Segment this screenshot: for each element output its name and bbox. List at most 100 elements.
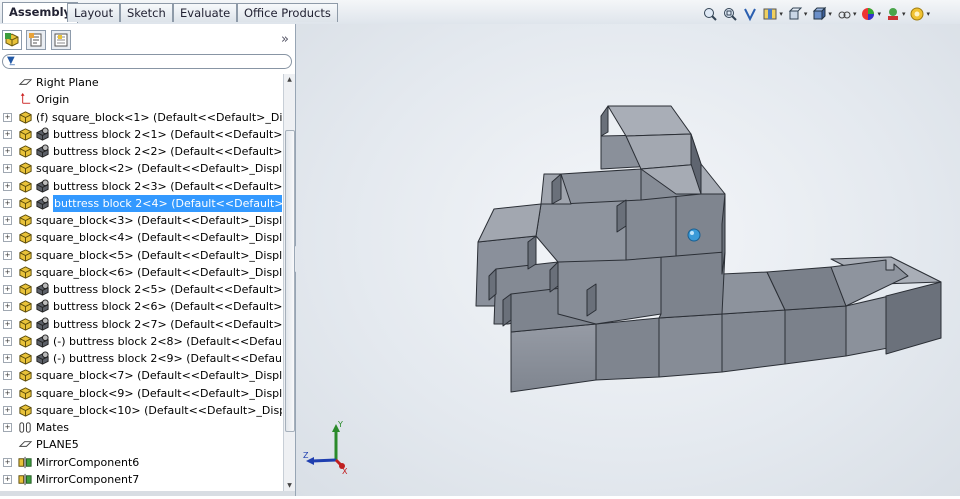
scroll-down-arrow-icon[interactable]: ▼ [285, 482, 294, 490]
panel-expand-chevron[interactable]: » [281, 32, 289, 47]
tree-item-label: Origin [36, 93, 70, 107]
tree-item[interactable]: + square_block<3> (Default<<Default>_Disp… [0, 212, 282, 229]
expand-toggle-icon[interactable]: + [3, 147, 12, 156]
expand-toggle-icon[interactable]: + [3, 319, 12, 329]
property-manager-tab[interactable] [26, 30, 46, 50]
origin-icon [18, 92, 33, 107]
scroll-up-arrow-icon[interactable]: ▲ [285, 76, 294, 84]
tree-item-label: square_block<7> (Default<<Default>_Displ… [36, 369, 282, 383]
dropdown-arrow-icon[interactable]: ▾ [853, 10, 857, 22]
tree-item[interactable]: + square_block<5> (Default<<Default>_Disp… [0, 247, 282, 264]
expand-toggle-icon[interactable]: + [3, 336, 12, 346]
view-orientation-icon[interactable] [787, 6, 803, 22]
tab-office-products[interactable]: Office Products [237, 3, 338, 22]
expand-toggle-icon[interactable]: + [3, 388, 12, 398]
tree-item[interactable]: Origin [0, 91, 282, 108]
expand-toggle-icon[interactable]: + [3, 302, 12, 312]
previous-view-icon[interactable] [742, 6, 758, 22]
expand-toggle-icon[interactable]: + [3, 198, 12, 208]
expand-toggle-icon[interactable]: + [3, 423, 12, 432]
part-icon [18, 368, 33, 383]
scroll-thumb[interactable] [285, 130, 295, 432]
lightweight-part-icon [35, 282, 50, 297]
expand-toggle-icon[interactable]: + [3, 405, 12, 415]
expand-toggle-icon[interactable]: + [3, 181, 12, 191]
expand-toggle-icon[interactable]: + [3, 216, 12, 225]
part-icon [18, 282, 33, 297]
tree-item-label: square_block<4> (Default<<Default>_Displ… [36, 231, 282, 245]
expand-toggle-icon[interactable]: + [3, 164, 12, 174]
graphics-area[interactable]: Y Z X [296, 24, 960, 496]
selection-point-icon[interactable] [687, 228, 701, 242]
expand-toggle-icon[interactable]: + [3, 112, 12, 122]
expand-toggle-icon[interactable]: + [3, 233, 12, 243]
tree-item[interactable]: + square_block<4> (Default<<Default>_Disp… [0, 229, 282, 246]
expand-toggle-icon[interactable]: + [3, 267, 12, 277]
expand-toggle-icon[interactable]: + [3, 285, 12, 294]
lightweight-part-icon [35, 334, 50, 349]
tree-item[interactable]: + square_block<10> (Default<<Default>_Dis… [0, 402, 282, 419]
configuration-manager-icon [54, 33, 68, 47]
hide-show-items-icon[interactable] [836, 6, 852, 22]
lightweight-part-icon [35, 299, 50, 314]
part-icon [18, 248, 33, 263]
model-block-face [625, 193, 677, 261]
tree-item[interactable]: + MirrorComponent7 [0, 471, 282, 488]
tree-item[interactable]: + MirrorComponent6 [0, 454, 282, 471]
tree-item[interactable]: + square_block<9> (Default<<Default>_Disp… [0, 385, 282, 402]
edit-appearance-icon[interactable] [860, 6, 876, 22]
part-icon [18, 179, 33, 194]
tree-item-label: buttress block 2<6> (Default<<Default>_D… [53, 300, 282, 314]
section-view-icon[interactable] [762, 6, 778, 22]
tree-item[interactable]: + square_block<6> (Default<<Default>_Disp… [0, 264, 282, 281]
tab-evaluate[interactable]: Evaluate [173, 3, 238, 22]
zoom-to-area-icon[interactable] [722, 6, 738, 22]
dropdown-arrow-icon[interactable]: ▾ [877, 10, 881, 22]
tree-item[interactable]: + buttress block 2<2> (Default<<Default>_… [0, 143, 282, 160]
tree-item-label: square_block<3> (Default<<Default>_Displ… [36, 214, 282, 227]
tab-layout[interactable]: Layout [67, 3, 121, 22]
view-settings-icon[interactable] [909, 6, 925, 22]
expand-toggle-icon[interactable]: + [3, 354, 12, 363]
tree-item[interactable]: + square_block<2> (Default<<Default>_Disp… [0, 160, 282, 177]
dropdown-arrow-icon[interactable]: ▾ [779, 10, 783, 22]
dropdown-arrow-icon[interactable]: ▾ [926, 10, 930, 22]
expand-toggle-icon[interactable]: + [3, 129, 12, 139]
expand-toggle-icon[interactable]: + [3, 250, 12, 260]
expand-toggle-icon[interactable]: + [3, 457, 12, 467]
feature-manager-tab[interactable] [2, 30, 22, 50]
tree-item[interactable]: + buttress block 2<3> (Default<<Default>_… [0, 178, 282, 195]
tree-item[interactable]: + (-) buttress block 2<9> (Default<<Defau… [0, 350, 282, 367]
model-block-face [510, 323, 597, 393]
dropdown-arrow-icon[interactable]: ▾ [902, 10, 906, 22]
expand-toggle-icon[interactable]: + [3, 474, 12, 484]
tree-item[interactable]: + Mates [0, 419, 282, 436]
tree-item[interactable]: + buttress block 2<6> (Default<<Default>_… [0, 298, 282, 315]
apply-scene-icon[interactable] [885, 6, 901, 22]
part-icon [18, 196, 33, 211]
tree-item[interactable]: + (f) square_block<1> (Default<<Default>_… [0, 109, 282, 126]
tree-horizontal-scrollbar[interactable] [0, 491, 295, 496]
dropdown-arrow-icon[interactable]: ▾ [804, 10, 808, 22]
tree-item[interactable]: + buttress block 2<1> (Default<<Default>_… [0, 126, 282, 143]
tree-item[interactable]: + (-) buttress block 2<8> (Default<<Defau… [0, 333, 282, 350]
tree-item-label: PLANE5 [36, 438, 79, 452]
tree-item[interactable]: Right Plane [0, 74, 282, 91]
configuration-manager-tab[interactable] [51, 30, 71, 50]
model-block-face [658, 313, 723, 378]
tree-item[interactable]: + square_block<7> (Default<<Default>_Disp… [0, 367, 282, 384]
display-style-icon[interactable] [811, 6, 827, 22]
zoom-to-fit-icon[interactable] [702, 6, 718, 22]
expand-toggle-icon[interactable]: + [3, 371, 12, 381]
tree-filter[interactable]: ▼̲ [2, 54, 292, 69]
tab-sketch[interactable]: Sketch [120, 3, 173, 22]
filter-icon[interactable]: ▼̲ [7, 55, 15, 66]
dropdown-arrow-icon[interactable]: ▾ [828, 10, 832, 22]
tree-item[interactable]: + buttress block 2<7> (Default<<Default>_… [0, 316, 282, 333]
tree-item[interactable]: + buttress block 2<5> (Default<<Default>_… [0, 281, 282, 298]
tree-item[interactable]: PLANE5 [0, 436, 282, 453]
tree-item[interactable]: + buttress block 2<4> (Default<<Default>_… [0, 194, 282, 212]
model-notch [616, 199, 627, 233]
tree-scrollbar[interactable]: ▲ ▼ [283, 74, 295, 494]
tree-item-label: buttress block 2<7> (Default<<Default>_D… [53, 317, 282, 331]
